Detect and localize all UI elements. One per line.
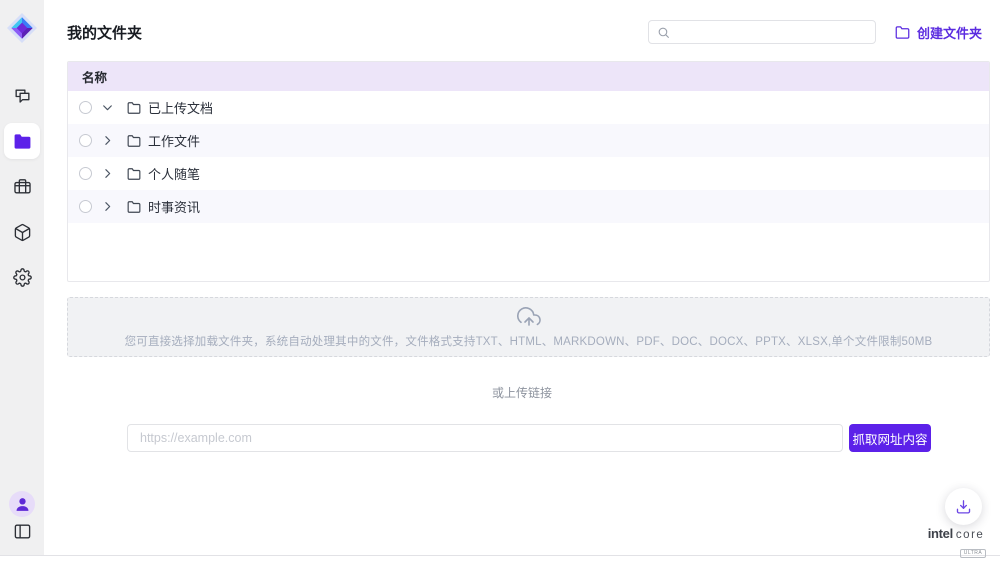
cloud-upload-icon [517,306,541,330]
sidebar-item-models[interactable] [4,214,40,250]
folder-icon [13,132,32,151]
chevron-icon[interactable] [101,101,114,114]
create-folder-button[interactable]: 创建文件夹 [895,23,982,42]
chevron-icon[interactable] [101,167,114,180]
chevron-icon[interactable] [101,200,114,213]
url-input[interactable] [127,424,843,452]
upload-hint-text: 您可直接选择加载文件夹，系统自动处理其中的文件，文件格式支持TXT、HTML、M… [125,333,933,349]
or-upload-link-label: 或上传链接 [44,384,1000,401]
sidebar-collapse-toggle[interactable] [4,513,40,549]
page-header: 我的文件夹 创建文件夹 [44,0,1000,44]
app-window: 我的文件夹 创建文件夹 名称 [0,0,1000,556]
folder-outline-icon [127,200,141,214]
sidebar-item-chat[interactable] [4,78,40,114]
row-checkbox[interactable] [79,200,92,213]
table-row[interactable]: 时事资讯 [68,190,989,223]
sidebar [0,0,44,555]
table-row[interactable]: 个人随笔 [68,157,989,190]
search-icon [657,26,670,39]
search-input[interactable] [676,25,867,39]
row-label: 工作文件 [148,131,200,150]
table-row[interactable]: 已上传文档 [68,91,989,124]
create-folder-label: 创建文件夹 [917,23,982,42]
folder-create-icon [895,25,910,40]
intel-core-ultra-logo: intel core ultra [923,527,989,558]
sidebar-item-workspace[interactable] [4,168,40,204]
table-row[interactable]: 工作文件 [68,124,989,157]
search-box[interactable] [648,20,876,44]
folder-outline-icon [127,134,141,148]
upload-dropzone[interactable]: 您可直接选择加载文件夹，系统自动处理其中的文件，文件格式支持TXT、HTML、M… [67,297,990,357]
chat-icon [13,87,32,106]
gem-logo-icon [7,13,37,43]
row-label: 时事资讯 [148,197,200,216]
column-header-name: 名称 [82,67,107,86]
gear-icon [13,268,32,287]
download-icon [955,498,972,515]
briefcase-icon [13,177,32,196]
ultra-badge: ultra [960,549,987,558]
fetch-url-button[interactable]: 抓取网址内容 [849,424,931,452]
sidebar-item-settings[interactable] [4,259,40,295]
folder-outline-icon [127,101,141,115]
folder-table-body: 已上传文档 工作文件 个人随笔 [68,91,989,223]
core-wordmark: core [956,530,984,542]
panel-layout-icon [13,522,32,541]
folder-outline-icon [127,167,141,181]
intel-wordmark: intel [928,527,953,540]
user-avatar-icon [13,495,32,514]
chevron-icon[interactable] [101,134,114,147]
table-header-row: 名称 [68,62,989,91]
row-checkbox[interactable] [79,134,92,147]
row-label: 已上传文档 [148,98,213,117]
app-logo [4,10,40,46]
main-content: 我的文件夹 创建文件夹 名称 [44,0,1000,555]
cube-icon [13,223,32,242]
row-checkbox[interactable] [79,167,92,180]
sidebar-item-folders[interactable] [4,123,40,159]
row-checkbox[interactable] [79,101,92,114]
url-upload-row: 抓取网址内容 [127,424,1000,452]
download-fab[interactable] [945,488,982,525]
row-label: 个人随笔 [148,164,200,183]
folder-table: 名称 已上传文档 工作文件 [67,61,990,282]
page-title: 我的文件夹 [67,22,142,43]
